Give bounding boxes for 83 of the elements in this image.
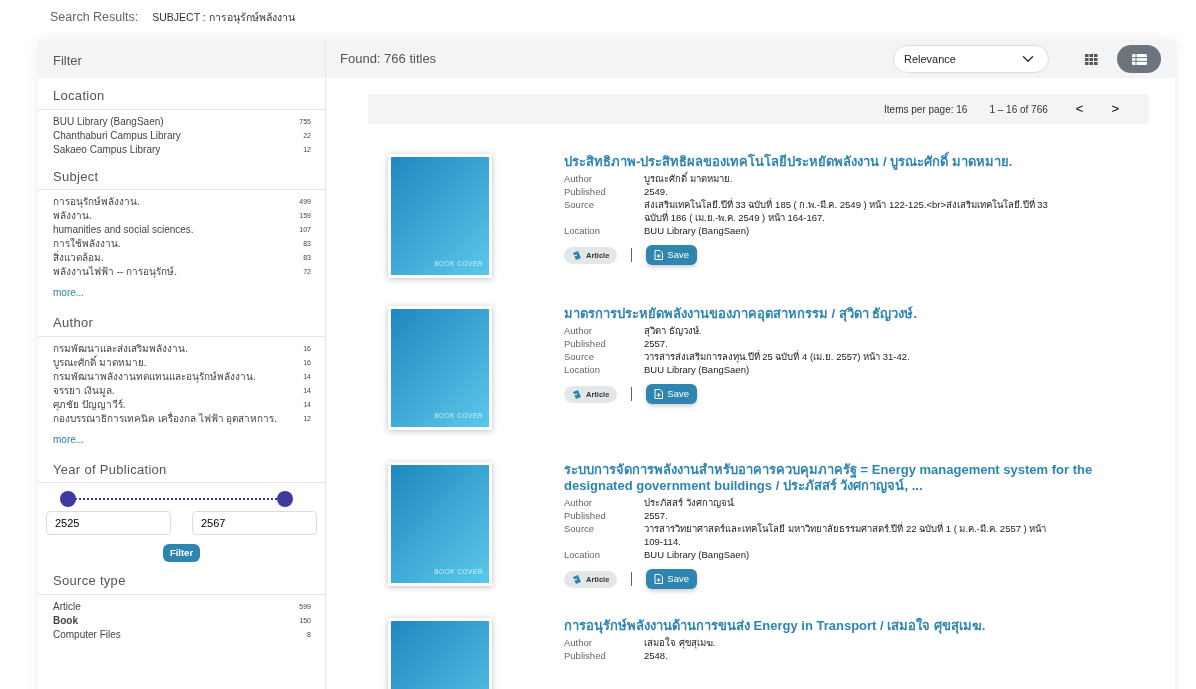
facet-option[interactable]: Computer Files [53, 627, 121, 642]
facet-option[interactable]: กองบรรณาธิการเทคนิค เครื่องกล ไฟฟ้า อุตสาหการ. [53, 411, 278, 426]
field-value: BUU Library (BangSaen) [644, 363, 750, 376]
field-label: Source [564, 198, 596, 212]
facet-option[interactable]: การอนุรักษ์พลังงาน. [53, 195, 140, 209]
field-value: 2557. [644, 509, 668, 522]
field-label: Source [564, 350, 596, 363]
save-button[interactable]: Save [646, 569, 697, 590]
facet-title: Source type [38, 563, 325, 595]
facet-title: Year of Publication [38, 451, 325, 483]
list-icon [1131, 53, 1147, 65]
field-label: Published [564, 337, 607, 350]
facet-option[interactable]: BUU Library (BangSaen) [53, 114, 164, 129]
field-value: BUU Library (BangSaen) [644, 224, 750, 237]
field-label: Author [564, 324, 593, 337]
field-label: Location [564, 363, 601, 376]
next-page-button[interactable]: > [1105, 99, 1125, 119]
save-button[interactable]: Save [646, 245, 697, 266]
document-icon [572, 388, 582, 400]
facet-option[interactable]: พลังงานไฟฟ้า -- การอนุรักษ์. [53, 265, 177, 279]
year-to-field[interactable]: 2567 [192, 511, 317, 535]
facet-option[interactable]: สิ่งแวดล้อม. [53, 251, 104, 265]
save-icon [654, 250, 664, 261]
save-icon [654, 574, 664, 585]
more-link[interactable]: more... [53, 286, 85, 299]
field-value: ส่งเสริมเทคโนโลยี.ปีที่ 33 ฉบับที่ 185 ( ก.พ.-มี.ค. 2549 ) หน้า 122-125.<br>ส่งเสริมเทคโนโลยี.ปีที่ 33 ฉบับที่ 186 ( เม.ย.-พ.ค. 2549 ) หน้า 164-167. [644, 198, 1049, 224]
field-value: วารสารส่งเสริมการลงทุน.ปีที่ 25 ฉบับที่ 4 (เม.ย. 2557) หน้า 31-42. [644, 350, 910, 363]
field-label: Published [564, 649, 607, 662]
field-value: สุวิดา ธัญวงษ์. [644, 324, 702, 337]
facet-option[interactable]: การใช้พลังงาน. [53, 237, 121, 251]
document-icon [572, 573, 582, 585]
facet-option[interactable]: ศุภชัย ปัญญาวีร์. [53, 397, 126, 412]
slider-thumb[interactable] [60, 491, 76, 507]
document-icon [572, 249, 582, 261]
sort-dropdown[interactable]: Relevance [893, 45, 1049, 73]
year-from-field[interactable]: 2525 [46, 511, 171, 535]
grid-icon [1084, 53, 1098, 65]
range-slider[interactable] [60, 491, 293, 507]
field-value: 2548. [644, 649, 668, 662]
filter-header: Filter [38, 40, 325, 78]
list-view-button[interactable] [1117, 45, 1161, 73]
field-label: Location [564, 548, 601, 561]
facet-option[interactable]: humanities and social sciences. [53, 223, 194, 237]
facet-option[interactable]: กรมพัฒนาและส่งเสริมพลังงาน. [53, 341, 188, 356]
field-value: เสมอใจ ศุขสุเมฆ. [644, 636, 716, 649]
field-label: Location [564, 224, 601, 237]
facet-option[interactable]: Article [53, 599, 81, 614]
facet-option[interactable]: Chanthaburi Campus Library [53, 128, 181, 143]
field-label: Author [564, 172, 593, 185]
field-value: 2557. [644, 337, 668, 350]
more-link[interactable]: more... [53, 432, 85, 446]
search-query: SUBJECT : การอนุรักษ์พลังงาน [152, 11, 295, 23]
facet-title: Author [38, 305, 325, 337]
facet-option[interactable]: Sakaeo Campus Library [53, 142, 161, 157]
facet-title: Location [38, 78, 325, 110]
field-value: บูรณะศักดิ์ มาดหมาย. [644, 172, 733, 185]
page-range: 1 – 16 of 766 [989, 102, 1048, 117]
found-count: Found: 766 titles [340, 50, 438, 69]
field-label: Source [564, 522, 596, 536]
field-label: Published [564, 509, 607, 522]
search-results-label: Search Results: [50, 10, 139, 24]
field-value: ประภัสสร์ วังศกาญจน์. [644, 496, 736, 509]
items-per-page: Items per page: 16 [884, 102, 968, 117]
save-icon [654, 389, 664, 400]
facet-option[interactable]: Book [53, 613, 78, 628]
field-label: Published [564, 185, 607, 198]
slider-thumb[interactable] [277, 491, 293, 507]
facet-option[interactable]: กรมพัฒนาพลังงานทดแทนและอนุรักษ์พลังงาน. [53, 369, 256, 384]
result-title-link[interactable]: มาตรการประหยัดพลังงานของภาคอุตสาหกรรม / สุวิดา ธัญวงษ์. [564, 306, 918, 322]
field-value: วารสารวิทยาศาสตร์และเทคโนโลยี มหาวิทยาลัยธรรมศาสตร์.ปีที่ 22 ฉบับที่ 1 ( ม.ค.-มี.ค. 2557 ) หน้า 109-114. [644, 522, 1048, 548]
result-title-link[interactable]: ระบบการจัดการพลังงานสำหรับอาคารควบคุมภาครัฐ = Energy management system for the designated government buildings / ประภัสสร์ วังศกาญจน์, ... [564, 462, 1135, 494]
facet-option[interactable]: จรรยา เงินมูล. [53, 383, 115, 398]
field-value: 2549. [644, 185, 668, 198]
previous-page-button[interactable]: < [1069, 99, 1090, 119]
facet-title: Subject [38, 158, 325, 190]
result-title-link[interactable]: การอนุรักษ์พลังงานด้านการขนส่ง Energy in Transport / เสมอใจ ศุขสุเมฆ. [564, 618, 986, 634]
field-label: Author [564, 636, 593, 649]
save-button[interactable]: Save [646, 384, 697, 405]
filter-button[interactable]: Filter [162, 544, 201, 563]
facet-option[interactable]: บูรณะศักดิ์ มาดหมาย. [53, 355, 147, 370]
field-value: BUU Library (BangSaen) [644, 548, 750, 561]
field-label: Author [564, 496, 593, 509]
facet-option[interactable]: พลังงาน. [53, 209, 92, 223]
